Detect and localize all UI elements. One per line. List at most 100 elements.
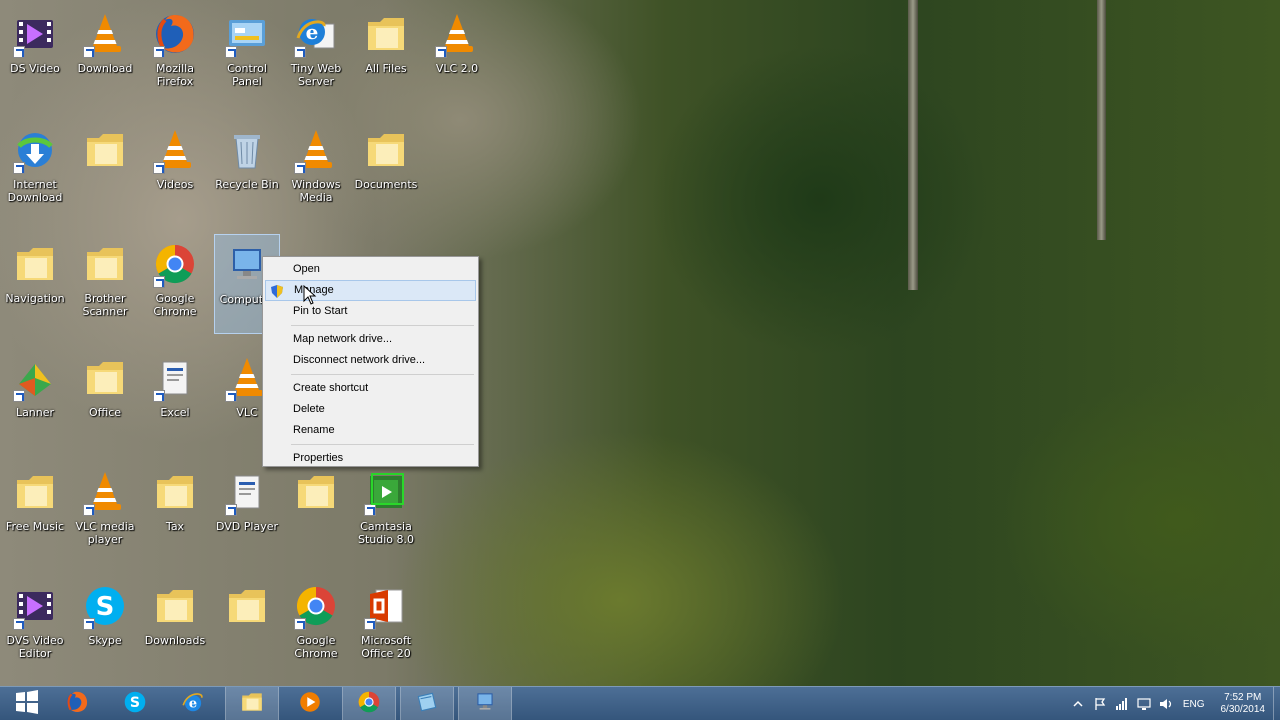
desktop-icon-label: VLC media player xyxy=(75,520,135,546)
menu-item-manage[interactable]: Manage xyxy=(265,280,476,301)
app-doc-icon xyxy=(223,468,271,516)
taskbar-computer[interactable] xyxy=(458,687,512,720)
menu-separator xyxy=(291,374,474,375)
desktop-icon-label: Mozilla Firefox xyxy=(156,62,194,88)
flag-icon[interactable] xyxy=(1092,696,1108,712)
chrome-icon xyxy=(292,582,340,630)
desktop-icon-brother-scanner[interactable]: Brother Scanner xyxy=(72,234,138,334)
desktop-icon-label: Videos xyxy=(156,178,194,191)
desktop-icon-label: Skype xyxy=(88,634,122,647)
taskbar-app[interactable] xyxy=(400,687,454,720)
computer-icon xyxy=(472,689,498,719)
taskbar-file-explorer[interactable] xyxy=(225,687,279,720)
vlc-icon xyxy=(81,468,129,516)
folder-icon xyxy=(151,468,199,516)
shortcut-arrow-icon xyxy=(225,504,237,516)
menu-item-delete[interactable]: Delete xyxy=(265,399,476,420)
clock[interactable]: 7:52 PM 6/30/2014 xyxy=(1221,692,1266,716)
menu-item-pin-to-start[interactable]: Pin to Start xyxy=(265,301,476,322)
svg-text:S: S xyxy=(130,695,140,711)
vlc-icon xyxy=(81,10,129,58)
desktop-icon-label: Internet Download xyxy=(7,178,63,204)
folder-icon xyxy=(11,240,59,288)
desktop-icon-untitled[interactable] xyxy=(214,576,280,676)
desktop-icon-download[interactable]: Download xyxy=(72,4,138,104)
desktop-icon-control-panel[interactable]: Control Panel xyxy=(214,4,280,104)
folder-icon xyxy=(151,582,199,630)
desktop-icon-videos[interactable]: Videos xyxy=(142,120,208,220)
desktop-icon-label: Control Panel xyxy=(227,62,267,88)
desktop-icon-all-files[interactable]: All Files xyxy=(353,4,419,104)
desktop-icon-microsoft-office-20[interactable]: Microsoft Office 20 xyxy=(353,576,419,676)
desktop-icon-downloads[interactable]: Downloads xyxy=(142,576,208,676)
menu-item-disconnect-network-drive[interactable]: Disconnect network drive... xyxy=(265,350,476,371)
desktop-icon-tax[interactable]: Tax xyxy=(142,462,208,562)
volume-icon[interactable] xyxy=(1158,696,1174,712)
desktop-icon-lanner[interactable]: Lanner xyxy=(2,348,68,448)
network-icon[interactable] xyxy=(1136,696,1152,712)
desktop-icon-free-music[interactable]: Free Music xyxy=(2,462,68,562)
folder-icon xyxy=(223,582,271,630)
folder-icon xyxy=(292,468,340,516)
desktop-icon-navigation[interactable]: Navigation xyxy=(2,234,68,334)
desktop-icon-documents[interactable]: Documents xyxy=(353,120,419,220)
tree-trunk xyxy=(908,0,918,290)
desktop-icon-windows-media[interactable]: Windows Media xyxy=(283,120,349,220)
shortcut-arrow-icon xyxy=(13,390,25,402)
menu-item-label: Map network drive... xyxy=(293,333,393,345)
menu-item-properties[interactable]: Properties xyxy=(265,448,476,469)
menu-item-rename[interactable]: Rename xyxy=(265,420,476,441)
shortcut-arrow-icon xyxy=(153,390,165,402)
shortcut-arrow-icon xyxy=(294,162,306,174)
taskbar-chrome[interactable] xyxy=(342,687,396,720)
context-menu: Open Manage Pin to Start Map network drive.… xyxy=(262,256,479,467)
desktop-icon-untitled[interactable] xyxy=(283,462,349,562)
menu-item-create-shortcut[interactable]: Create shortcut xyxy=(265,378,476,399)
taskbar-firefox[interactable] xyxy=(50,687,104,720)
desktop-icon-vlc-media-player[interactable]: VLC media player xyxy=(72,462,138,562)
desktop-icon-dvd-player[interactable]: DVD Player xyxy=(214,462,280,562)
shortcut-arrow-icon xyxy=(294,46,306,58)
office-icon xyxy=(362,582,410,630)
folder-icon xyxy=(81,354,129,402)
desktop-icon-google-chrome[interactable]: Google Chrome xyxy=(283,576,349,676)
system-tray: ENG 7:52 PM 6/30/2014 xyxy=(1067,687,1280,720)
taskbar-skype[interactable]: S xyxy=(108,687,162,720)
desktop-icon-office[interactable]: Office xyxy=(72,348,138,448)
desktop-icon-internet-download[interactable]: Internet Download xyxy=(2,120,68,220)
chrome-icon xyxy=(356,689,382,719)
taskbar-ie[interactable]: e xyxy=(166,687,220,720)
windows-logo-icon xyxy=(14,689,40,719)
uac-shield-icon xyxy=(271,285,283,298)
start-button[interactable] xyxy=(0,687,54,720)
firefox-icon xyxy=(151,10,199,58)
folder-icon xyxy=(362,126,410,174)
show-desktop-button[interactable] xyxy=(1273,687,1280,720)
clock-time: 7:52 PM xyxy=(1224,692,1262,703)
desktop-icon-google-chrome[interactable]: Google Chrome xyxy=(142,234,208,334)
desktop-icon-dvs-video-editor[interactable]: DVS Video Editor xyxy=(2,576,68,676)
app-window-icon xyxy=(414,689,440,719)
app-cubes-icon xyxy=(11,354,59,402)
desktop-icon-skype[interactable]: S Skype xyxy=(72,576,138,676)
signal-icon[interactable] xyxy=(1114,696,1130,712)
control-panel-icon xyxy=(223,10,271,58)
ie-icon: e xyxy=(180,689,206,719)
desktop-icon-tiny-web-server[interactable]: e Tiny Web Server xyxy=(283,4,349,104)
desktop-icon-ds-video[interactable]: DS Video xyxy=(2,4,68,104)
chevron-up-icon[interactable] xyxy=(1070,696,1086,712)
taskbar-media-player[interactable] xyxy=(283,687,337,720)
desktop-icon-mozilla-firefox[interactable]: Mozilla Firefox xyxy=(142,4,208,104)
menu-item-open[interactable]: Open xyxy=(265,259,476,280)
desktop-icon-vlc-2-0[interactable]: VLC 2.0 xyxy=(424,4,490,104)
language-indicator[interactable]: ENG xyxy=(1183,696,1205,712)
desktop-icon-label: VLC 2.0 xyxy=(435,62,479,75)
shortcut-arrow-icon xyxy=(225,46,237,58)
desktop-icon-excel[interactable]: Excel xyxy=(142,348,208,448)
desktop-icon-untitled[interactable] xyxy=(72,120,138,220)
desktop-icon-recycle-bin[interactable]: Recycle Bin xyxy=(214,120,280,220)
desktop-icon-label: Download xyxy=(77,62,133,75)
menu-item-map-network-drive[interactable]: Map network drive... xyxy=(265,329,476,350)
folder-icon xyxy=(81,126,129,174)
desktop[interactable]: DS Video Internet Download Navigation Lanne… xyxy=(0,0,1280,686)
